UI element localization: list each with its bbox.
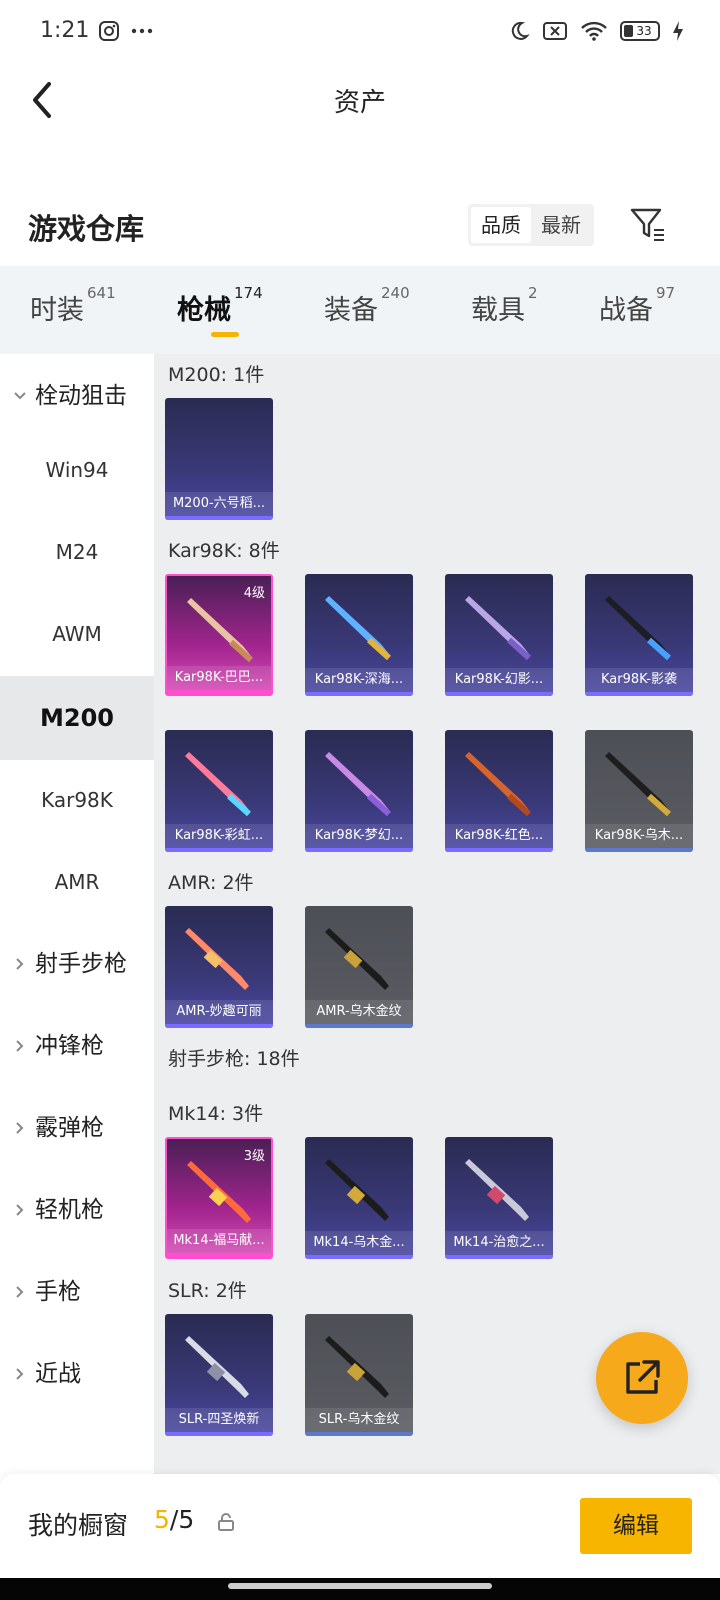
rifle-icon [325,1336,389,1398]
rifle-icon [185,1336,249,1398]
wifi-icon [581,21,607,41]
rifle-icon [187,1161,251,1223]
item-card[interactable]: Kar98K-影袭 [585,574,693,696]
sidebar-item-win94[interactable]: Win94 [0,428,154,512]
section-header: 游戏仓库 品质 最新 [0,190,720,260]
rifle-icon [185,928,249,990]
group-title-amr: AMR: 2件 [168,872,254,894]
rifle-icon [325,928,389,990]
sidebar-item-kar98k[interactable]: Kar98K [0,758,154,842]
weapon-sidebar: 栓动狙击 Win94 M24 AWM M200 Kar98K AMR 射手步枪 … [0,354,154,1474]
chevron-right-icon [12,922,28,1006]
tab-combat-gear[interactable]: 战备97 [599,284,675,327]
sidebar-category-marksman[interactable]: 射手步枪 [0,922,154,1006]
rifle-icon [325,752,392,817]
group-title-marksman: 射手步枪: 18件 [168,1048,300,1070]
showcase-count: 5/5 [154,1505,195,1534]
share-fab-button[interactable] [596,1332,688,1424]
sidebar-category-melee[interactable]: 近战 [0,1332,154,1416]
sidebar-category-shotgun[interactable]: 霰弹枪 [0,1086,154,1170]
sidebar-category-pistol[interactable]: 手枪 [0,1250,154,1334]
item-card[interactable]: SLR-四圣焕新 [165,1314,273,1436]
item-card[interactable]: Kar98K-深海... [305,574,413,696]
sidebar-item-awm[interactable]: AWM [0,592,154,676]
group-title-kar98k: Kar98K: 8件 [168,540,280,562]
sort-newest-button[interactable]: 最新 [531,207,591,243]
status-time: 1:21 [40,18,90,43]
group-title-mk14: Mk14: 3件 [168,1103,264,1125]
item-card[interactable]: SLR-乌木金纹 [305,1314,413,1436]
sort-quality-button[interactable]: 品质 [471,207,531,243]
tab-vehicles[interactable]: 载具2 [471,284,538,327]
item-card[interactable]: M200-六号稻... [165,398,273,520]
rifle-icon [325,596,392,661]
chevron-down-icon [12,354,28,438]
item-card[interactable]: Mk14-乌木金... [305,1137,413,1259]
chevron-right-icon [12,1332,28,1416]
chevron-right-icon [12,1250,28,1334]
instagram-icon [99,21,119,41]
sidebar-item-amr[interactable]: AMR [0,840,154,924]
category-tabs: 时装641 枪械174 装备240 载具2 战备97 [0,266,720,354]
item-card[interactable]: 3级 Mk14-福马献... [165,1137,273,1259]
group-title-slr: SLR: 2件 [168,1280,247,1302]
rifle-icon [325,1159,389,1221]
charging-icon [673,21,683,41]
no-sim-icon [543,22,567,40]
rifle-icon [605,596,672,661]
filter-icon [630,208,664,241]
item-card[interactable]: Kar98K-梦幻... [305,730,413,852]
page-title: 资产 [333,88,386,118]
section-title: 游戏仓库 [28,212,145,246]
status-bar: 1:21 33 [0,0,720,66]
sidebar-category-lmg[interactable]: 轻机枪 [0,1168,154,1252]
rifle-icon [187,598,254,663]
moon-icon [511,21,530,40]
lock-icon [218,1513,234,1531]
share-external-icon [626,1360,660,1394]
battery-icon: 33 [620,21,660,41]
sort-toggle: 品质 最新 [468,204,594,246]
chevron-right-icon [12,1086,28,1170]
showcase-bar: 我的橱窗 5/5 编辑 [0,1474,720,1578]
chevron-right-icon [12,1004,28,1088]
chevron-right-icon [12,1168,28,1252]
item-card[interactable]: AMR-乌木金纹 [305,906,413,1028]
sidebar-category-smg[interactable]: 冲锋枪 [0,1004,154,1088]
item-card[interactable]: Kar98K-红色... [445,730,553,852]
filter-button[interactable] [628,204,668,244]
tab-guns[interactable]: 枪械174 [177,284,263,327]
item-card[interactable]: Kar98K-彩虹... [165,730,273,852]
item-grid: M200: 1件 M200-六号稻... Kar98K: 8件 4级 Kar98… [154,354,720,1474]
nav-bar: 资产 [0,66,720,136]
group-title-m200: M200: 1件 [168,364,265,386]
sidebar-item-m200[interactable]: M200 [0,676,154,760]
tab-fashion[interactable]: 时装641 [30,284,116,327]
edit-button[interactable]: 编辑 [580,1498,692,1554]
rifle-icon [465,596,532,661]
item-card[interactable]: AMR-妙趣可丽 [165,906,273,1028]
showcase-label: 我的橱窗 [28,1511,129,1540]
item-card[interactable]: 4级 Kar98K-巴巴... [165,574,273,696]
item-card[interactable]: Mk14-治愈之... [445,1137,553,1259]
rifle-icon [605,752,672,817]
tab-equipment[interactable]: 装备240 [324,284,410,327]
rifle-icon [185,752,252,817]
item-card[interactable]: Kar98K-乌木... [585,730,693,852]
home-indicator[interactable] [228,1583,492,1589]
rifle-icon [465,1159,529,1221]
item-card[interactable]: Kar98K-幻影... [445,574,553,696]
system-nav-bar [0,1578,720,1600]
sidebar-item-m24[interactable]: M24 [0,510,154,594]
rifle-icon [465,752,532,817]
active-tab-indicator [211,332,239,337]
more-dots-icon [131,28,153,34]
sidebar-category-bolt-action[interactable]: 栓动狙击 [0,354,154,438]
